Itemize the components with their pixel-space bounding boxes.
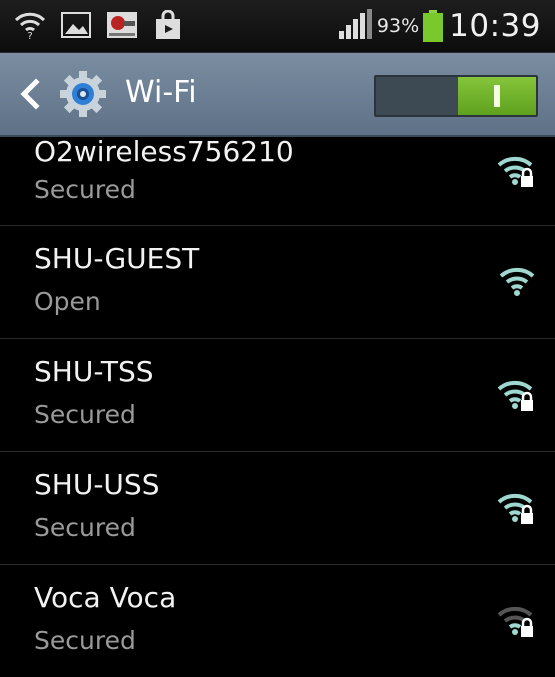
system-indicators: 93% 10:39 <box>338 6 541 46</box>
svg-text:?: ? <box>27 31 32 40</box>
network-ssid: O2wireless756210 <box>34 135 294 168</box>
wifi-weak-locked-signal-icon <box>497 604 537 638</box>
battery-icon <box>423 10 444 42</box>
toggle-on-mark <box>494 85 500 107</box>
notification-icons: ? <box>14 8 184 42</box>
settings-gear-icon[interactable] <box>58 69 108 119</box>
network-row[interactable]: Voca Voca Secured <box>0 565 555 677</box>
wifi-notification-icon: ? <box>14 8 46 42</box>
back-chevron-icon[interactable] <box>18 77 42 111</box>
clock: 10:39 <box>449 8 541 44</box>
network-security: Secured <box>34 175 136 204</box>
network-ssid: SHU-TSS <box>34 355 154 388</box>
network-row[interactable]: SHU-USS Secured <box>0 452 555 565</box>
signal-icon <box>338 9 373 43</box>
network-security: Open <box>34 287 101 316</box>
wifi-open-signal-icon <box>497 265 537 299</box>
network-security: Secured <box>34 400 136 429</box>
network-security: Secured <box>34 513 136 542</box>
wifi-locked-signal-icon <box>497 378 537 412</box>
status-bar: ? 93% 10:39 <box>0 0 555 53</box>
page-title: Wi-Fi <box>125 75 197 110</box>
shopping-bag-icon <box>152 8 184 42</box>
network-row[interactable]: O2wireless756210 Secured <box>0 135 555 226</box>
network-list: O2wireless756210 Secured SHU-GUEST Open <box>0 135 555 677</box>
network-row[interactable]: SHU-TSS Secured <box>0 339 555 452</box>
action-bar: Wi-Fi <box>0 53 555 137</box>
network-security: Secured <box>34 626 136 655</box>
gallery-icon <box>60 8 92 42</box>
wifi-locked-signal-icon <box>497 154 537 188</box>
network-ssid: Voca Voca <box>34 581 177 614</box>
battery-percent: 93% <box>376 15 420 37</box>
wifi-locked-signal-icon <box>497 491 537 525</box>
network-ssid: SHU-GUEST <box>34 242 200 275</box>
toggle-on-thumb <box>458 77 536 115</box>
network-row[interactable]: SHU-GUEST Open <box>0 226 555 339</box>
wifi-toggle-switch[interactable] <box>374 75 538 117</box>
app-notification-icon <box>106 8 138 42</box>
network-ssid: SHU-USS <box>34 468 160 501</box>
